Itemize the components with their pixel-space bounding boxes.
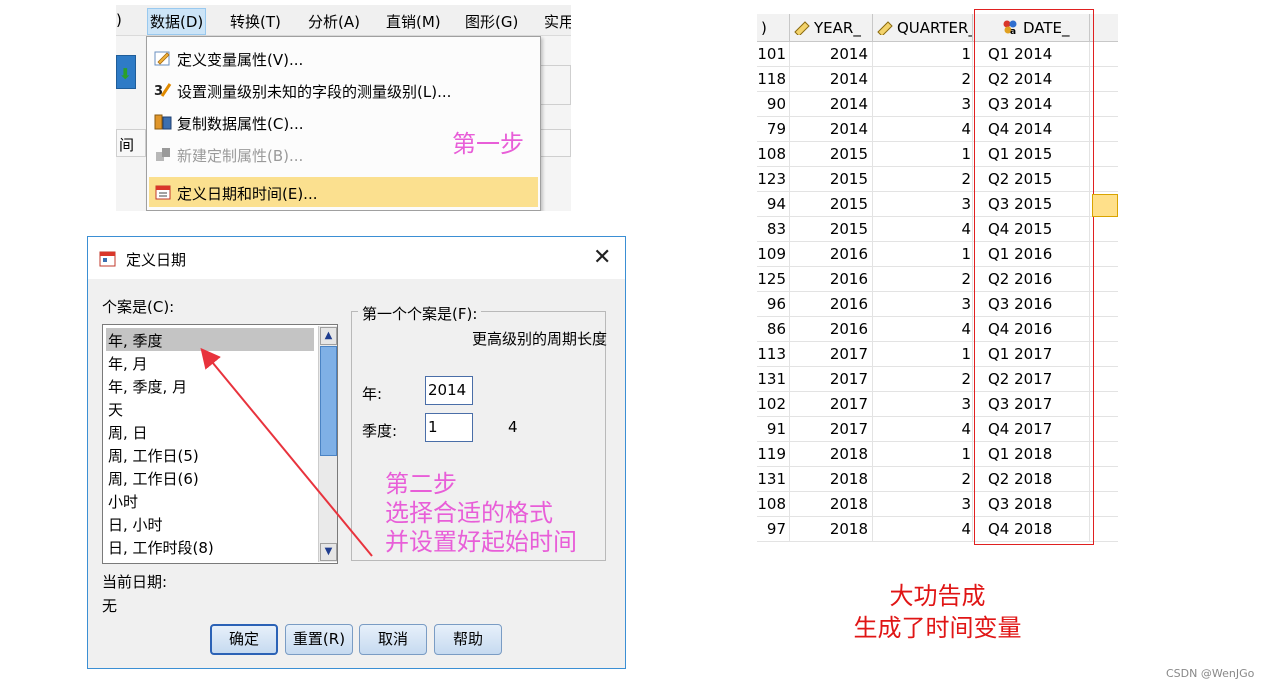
table-cell-empty[interactable] <box>1090 367 1118 392</box>
table-cell[interactable]: 101 <box>757 42 790 67</box>
table-cell-empty[interactable] <box>1090 67 1118 92</box>
table-cell-empty[interactable] <box>1090 242 1118 267</box>
table-cell[interactable]: 3 <box>873 392 973 417</box>
column-header[interactable]: ) <box>757 14 790 42</box>
column-header-empty[interactable] <box>1090 14 1118 42</box>
table-cell[interactable]: 2015 <box>790 142 873 167</box>
table-cell[interactable]: 118 <box>757 67 790 92</box>
table-cell[interactable]: 119 <box>757 442 790 467</box>
table-cell[interactable]: 96 <box>757 292 790 317</box>
table-cell[interactable]: 2018 <box>790 442 873 467</box>
table-cell[interactable]: 2017 <box>790 367 873 392</box>
table-cell[interactable]: 131 <box>757 367 790 392</box>
table-cell[interactable]: 2016 <box>790 267 873 292</box>
date-column-highlight <box>974 9 1094 545</box>
table-cell[interactable]: 79 <box>757 117 790 142</box>
table-cell[interactable]: 2017 <box>790 342 873 367</box>
table-cell[interactable]: 108 <box>757 142 790 167</box>
table-cell-empty[interactable] <box>1090 292 1118 317</box>
table-cell[interactable]: 2017 <box>790 392 873 417</box>
table-cell[interactable]: 4 <box>873 417 973 442</box>
table-cell[interactable]: 131 <box>757 467 790 492</box>
done-line: 大功告成 <box>889 582 986 610</box>
step-two-line: 选择合适的格式 <box>385 499 553 527</box>
table-cell[interactable]: 3 <box>873 492 973 517</box>
table-cell-empty[interactable] <box>1090 467 1118 492</box>
step-two-line: 并设置好起始时间 <box>385 528 577 556</box>
column-header-quarter[interactable]: QUARTER_ <box>873 14 973 42</box>
table-cell[interactable]: 4 <box>873 217 973 242</box>
done-annotation: 大功告成 生成了时间变量 <box>760 580 1115 644</box>
watermark: CSDN @WenJGo <box>1166 667 1255 680</box>
active-cell[interactable] <box>1092 194 1118 217</box>
column-header-label: QUARTER_ <box>897 19 973 37</box>
table-cell-empty[interactable] <box>1090 42 1118 67</box>
table-cell-empty[interactable] <box>1090 492 1118 517</box>
table-cell[interactable]: 2016 <box>790 242 873 267</box>
table-cell-empty[interactable] <box>1090 342 1118 367</box>
table-cell[interactable]: 2016 <box>790 292 873 317</box>
table-cell[interactable]: 108 <box>757 492 790 517</box>
table-cell[interactable]: 113 <box>757 342 790 367</box>
table-cell[interactable]: 1 <box>873 242 973 267</box>
table-cell[interactable]: 4 <box>873 117 973 142</box>
table-cell[interactable]: 2016 <box>790 317 873 342</box>
table-cell[interactable]: 2018 <box>790 517 873 542</box>
table-cell[interactable]: 3 <box>873 92 973 117</box>
table-cell-empty[interactable] <box>1090 92 1118 117</box>
table-cell-empty[interactable] <box>1090 167 1118 192</box>
table-cell[interactable]: 4 <box>873 317 973 342</box>
table-cell[interactable]: 3 <box>873 292 973 317</box>
table-cell-empty[interactable] <box>1090 517 1118 542</box>
table-cell[interactable]: 125 <box>757 267 790 292</box>
table-cell[interactable]: 123 <box>757 167 790 192</box>
table-cell-empty[interactable] <box>1090 117 1118 142</box>
table-cell-empty[interactable] <box>1090 392 1118 417</box>
table-cell[interactable]: 2 <box>873 167 973 192</box>
table-cell[interactable]: 2015 <box>790 217 873 242</box>
table-cell[interactable]: 2 <box>873 267 973 292</box>
table-cell-empty[interactable] <box>1090 442 1118 467</box>
table-cell[interactable]: 90 <box>757 92 790 117</box>
column-header-year[interactable]: YEAR_ <box>790 14 873 42</box>
table-cell[interactable]: 2 <box>873 467 973 492</box>
table-cell[interactable]: 97 <box>757 517 790 542</box>
table-cell[interactable]: 2015 <box>790 192 873 217</box>
table-cell[interactable]: 91 <box>757 417 790 442</box>
table-cell[interactable]: 1 <box>873 42 973 67</box>
table-cell-empty[interactable] <box>1090 267 1118 292</box>
table-cell-empty[interactable] <box>1090 142 1118 167</box>
done-line: 生成了时间变量 <box>853 614 1022 642</box>
table-cell[interactable]: 2014 <box>790 92 873 117</box>
column-header-label: YEAR_ <box>814 19 861 37</box>
table-cell[interactable]: 2017 <box>790 417 873 442</box>
table-cell[interactable]: 102 <box>757 392 790 417</box>
table-cell[interactable]: 1 <box>873 342 973 367</box>
table-cell[interactable]: 1 <box>873 142 973 167</box>
step-two-line: 第二步 <box>385 470 457 498</box>
table-cell[interactable]: 86 <box>757 317 790 342</box>
scale-ruler-icon <box>794 21 810 37</box>
table-cell[interactable]: 2014 <box>790 42 873 67</box>
table-cell[interactable]: 109 <box>757 242 790 267</box>
table-cell[interactable]: 94 <box>757 192 790 217</box>
table-cell[interactable]: 2018 <box>790 467 873 492</box>
table-cell[interactable]: 1 <box>873 442 973 467</box>
table-cell-empty[interactable] <box>1090 317 1118 342</box>
table-cell-empty[interactable] <box>1090 417 1118 442</box>
table-cell[interactable]: 2014 <box>790 117 873 142</box>
table-cell[interactable]: 2015 <box>790 167 873 192</box>
table-cell[interactable]: 83 <box>757 217 790 242</box>
step-two-annotation: 第二步 选择合适的格式 并设置好起始时间 <box>385 470 577 557</box>
scale-ruler-icon <box>877 21 893 37</box>
table-cell[interactable]: 3 <box>873 192 973 217</box>
table-cell[interactable]: 2 <box>873 67 973 92</box>
table-cell-empty[interactable] <box>1090 217 1118 242</box>
table-cell[interactable]: 2 <box>873 367 973 392</box>
table-cell[interactable]: 2014 <box>790 67 873 92</box>
table-cell[interactable]: 4 <box>873 517 973 542</box>
table-cell[interactable]: 2018 <box>790 492 873 517</box>
